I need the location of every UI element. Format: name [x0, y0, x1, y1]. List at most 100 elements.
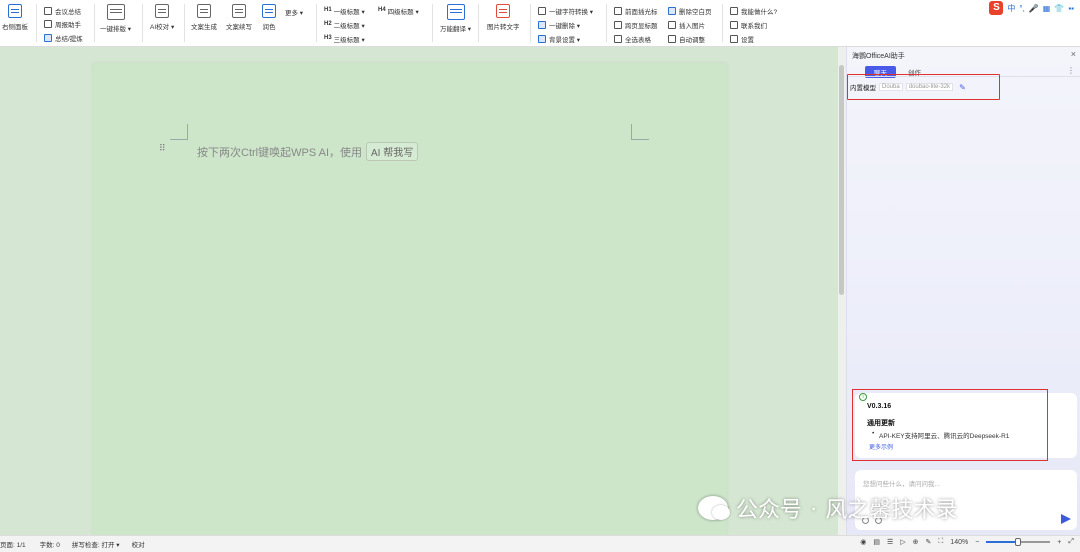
sogou-logo-icon[interactable]: S [989, 1, 1004, 15]
play-icon[interactable]: ▷ [900, 538, 905, 546]
delete-blank-page-label: 删除空白页 [679, 9, 712, 16]
highlight-box [847, 74, 1000, 100]
proofread-status[interactable]: 校对 [132, 539, 145, 549]
heading1-button[interactable]: H1 一级标题 ▾ [324, 6, 365, 16]
header-icon [614, 21, 622, 29]
doc-icon [44, 20, 52, 28]
blank-page-icon [668, 7, 676, 15]
heading4-label: 四级标题 ▾ [387, 9, 419, 16]
ribbon-toolbar: 右侧面板 会议总结 周报助手 总结/提炼 一键排版 ▾ AI校对 ▾ 文案生成 … [0, 0, 1080, 47]
zoom-slider-fill [986, 541, 1019, 543]
pen-icon[interactable]: ✎ [926, 538, 932, 546]
insert-cursor-label: 前面插光标 [625, 9, 658, 16]
contact-us-button[interactable]: 联系我们 [730, 20, 767, 30]
toolbox-icon[interactable]: ▪▪ [1068, 4, 1074, 13]
insert-cursor-button[interactable]: 前面插光标 [614, 6, 658, 16]
divider [530, 4, 531, 42]
cursor-icon [614, 7, 622, 15]
scrollbar-thumb[interactable] [839, 65, 844, 295]
contact-icon [730, 21, 738, 29]
heading1-label: 一级标题 ▾ [333, 9, 365, 16]
wps-ai-hint: 按下两次Ctrl键唤起WPS AI，使用 AI 帮我写 [197, 142, 419, 161]
zoom-out-button[interactable]: − [975, 539, 979, 546]
one-click-delete-button[interactable]: 一键删除 ▾ [538, 20, 580, 30]
meeting-summary-button[interactable]: 会议总结 [44, 6, 81, 16]
insert-image-button[interactable]: 插入图片 [668, 20, 705, 30]
drag-handle-icon[interactable]: ⠿ [159, 143, 166, 154]
summarize-label: 总结/提炼 [55, 36, 83, 43]
highlight-box [852, 389, 1048, 461]
close-icon[interactable]: × [1071, 49, 1076, 59]
word-count[interactable]: 字数: 0 [40, 539, 60, 549]
one-click-delete-label: 一键删除 ▾ [549, 23, 581, 30]
skin-icon[interactable]: 👕 [1054, 4, 1064, 13]
hint-text: 按下两次Ctrl键唤起WPS AI，使用 [197, 146, 363, 159]
heading4-button[interactable]: H4 四级标题 ▾ [378, 6, 419, 16]
watermark-separator: · [810, 495, 818, 520]
zoom-slider-knob[interactable] [1015, 538, 1022, 546]
copy-generate-button[interactable]: 文案生成 [191, 4, 217, 31]
copy-continue-button[interactable]: 文案续写 [226, 4, 252, 31]
heading2-button[interactable]: H2 二级标题 ▾ [324, 20, 365, 30]
heading3-button[interactable]: H3 三级标题 ▾ [324, 34, 365, 44]
margin-corner-mark [170, 124, 188, 140]
page-view-icon[interactable]: ▤ [873, 538, 880, 546]
zoom-in-button[interactable]: + [1057, 539, 1061, 546]
zoom-level[interactable]: 140% [950, 539, 968, 546]
what-can-i-do-button[interactable]: 我能做什么? [730, 6, 777, 16]
panel-title: 海鹦OfficeAI助手 [852, 53, 905, 60]
page-count[interactable]: 页面: 1/1 [0, 539, 26, 549]
delete-blank-page-button[interactable]: 删除空白页 [668, 6, 712, 16]
spell-check-toggle[interactable]: 拼写检查: 打开 ▾ [72, 539, 120, 549]
weekly-report-button[interactable]: 周报助手 [44, 19, 81, 29]
auto-adjust-button[interactable]: 自动调整 [668, 34, 705, 44]
summarize-button[interactable]: 总结/提炼 [44, 33, 83, 43]
vertical-scrollbar[interactable] [838, 47, 846, 535]
image-icon [668, 21, 676, 29]
background-settings-label: 背景设置 ▾ [549, 37, 581, 44]
table-select-icon [614, 35, 622, 43]
polish-icon [262, 4, 276, 18]
divider [184, 4, 185, 42]
settings-button[interactable]: 设置 [730, 34, 754, 44]
divider [478, 4, 479, 42]
insert-image-label: 插入图片 [679, 23, 705, 30]
document-area: ⠿ 按下两次Ctrl键唤起WPS AI，使用 AI 帮我写 [0, 47, 838, 543]
more-options-icon[interactable]: ⋮ [1067, 66, 1075, 75]
delete-icon [538, 21, 546, 29]
translate-button[interactable]: 万能翻译 ▾ [440, 4, 471, 33]
ai-write-button[interactable]: AI 帮我写 [366, 142, 419, 161]
select-table-button[interactable]: 全选表格 [614, 34, 651, 44]
repeat-header-label: 跨页显标题 [625, 23, 658, 30]
repeat-header-button[interactable]: 跨页显标题 [614, 20, 658, 30]
heading2-label: 二级标题 ▾ [333, 23, 365, 30]
right-panel-button[interactable]: 右侧面板 [2, 4, 28, 31]
zoom-slider[interactable] [986, 538, 1051, 546]
fit-icon[interactable]: ⛶ [938, 538, 943, 546]
meeting-summary-label: 会议总结 [55, 9, 81, 16]
fullscreen-icon[interactable]: ⤢ [1068, 538, 1074, 546]
background-icon [538, 35, 546, 43]
send-icon[interactable] [1061, 514, 1071, 524]
char-convert-button[interactable]: 一键字符转换 ▾ [538, 6, 593, 16]
outline-view-icon[interactable]: ☰ [887, 538, 893, 546]
h3-icon: H3 [324, 35, 332, 41]
auto-format-button[interactable]: 一键排版 ▾ [100, 4, 131, 33]
doc-icon [44, 7, 52, 15]
divider [36, 4, 37, 42]
wechat-icon [698, 496, 730, 520]
eye-icon[interactable]: ◉ [860, 538, 866, 546]
input-placeholder: 您想问些什么，请问问我... [863, 481, 940, 488]
polish-button[interactable]: 润色 [262, 4, 276, 31]
ai-proofread-button[interactable]: AI校对 ▾ [150, 4, 174, 31]
web-view-icon[interactable]: ⊕ [913, 538, 919, 546]
keyboard-icon[interactable]: ▦ [1043, 4, 1051, 13]
document-page[interactable]: ⠿ 按下两次Ctrl键唤起WPS AI，使用 AI 帮我写 [93, 63, 727, 543]
ime-lang-toggle[interactable]: 中 [1007, 3, 1015, 14]
translate-label: 万能翻译 ▾ [440, 26, 472, 33]
background-settings-button[interactable]: 背景设置 ▾ [538, 34, 580, 44]
more-button[interactable]: 更多 ▾ [285, 7, 303, 17]
punctuation-icon[interactable]: °, [1019, 4, 1024, 13]
microphone-icon[interactable]: 🎤 [1029, 4, 1039, 13]
image-to-text-button[interactable]: 图片转文字 [487, 4, 520, 31]
